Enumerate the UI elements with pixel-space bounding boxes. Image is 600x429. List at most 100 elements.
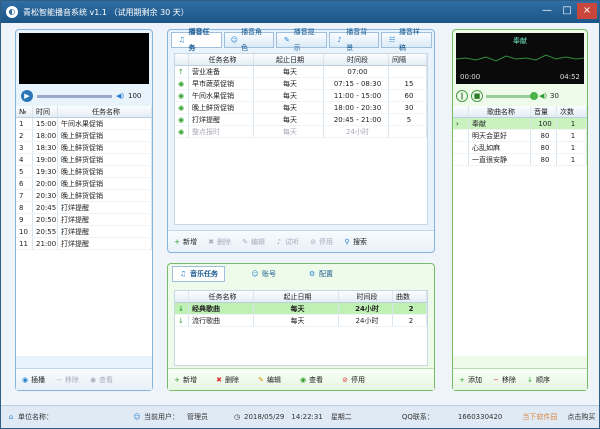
table-row[interactable]: ↓ 经典歌曲 每天 24小时 2 bbox=[175, 303, 427, 315]
del-music-button[interactable]: ✖ 删除 bbox=[210, 375, 244, 385]
left-volume-value: 100 bbox=[128, 92, 142, 100]
row-arrow-icon: ↓ bbox=[175, 315, 189, 326]
stop-music-button[interactable]: ⊘ 停用 bbox=[336, 375, 370, 385]
table-row[interactable]: 一直很安静 80 1 bbox=[453, 154, 587, 166]
table-row[interactable]: ↑ 营业准备 每天 07:00 bbox=[175, 66, 427, 78]
table-row[interactable]: 心乱如麻 80 1 bbox=[453, 142, 587, 154]
tab-role[interactable]: ☺ 播音角色 bbox=[223, 28, 275, 52]
user-name: 管理员 bbox=[187, 413, 208, 421]
row-status-icon: ◉ bbox=[175, 114, 189, 125]
role-icon: ☺ bbox=[230, 36, 238, 44]
row-number: 8 bbox=[16, 202, 33, 213]
edit-label: 编辑 bbox=[251, 237, 265, 246]
add-button[interactable]: + 新增 bbox=[168, 237, 202, 247]
left-schedule-table: № 时间 任务名称 1 15:00 午间水果促销 2 18:00 晚上鲜货促销 3 18:30… bbox=[16, 106, 152, 356]
tab-music[interactable]: ♫ 音乐任务 bbox=[172, 266, 225, 282]
cell-gap: 60 bbox=[389, 90, 427, 101]
table-row[interactable]: › 奉献 100 1 bbox=[453, 118, 587, 130]
search-label: 搜索 bbox=[353, 237, 367, 246]
plus-icon: + bbox=[174, 237, 180, 246]
unit-label: 单位名称： bbox=[18, 413, 53, 421]
cell-count: 1 bbox=[557, 130, 587, 141]
table-row[interactable]: ◉ 早市蔬菜促销 每天 07:15 - 08:30 15 bbox=[175, 78, 427, 90]
user-icon: ☺ bbox=[133, 413, 141, 421]
table-row[interactable]: 明天会更好 80 1 bbox=[453, 130, 587, 142]
table-row[interactable]: 6 20:00 晚上鲜货促销 bbox=[16, 178, 152, 190]
tab-music[interactable]: ♫ 播音任务 bbox=[171, 28, 222, 52]
cell-count: 2 bbox=[393, 315, 427, 326]
pause-icon[interactable]: ∥ bbox=[456, 90, 468, 102]
view-button[interactable]: ◉ 查看 bbox=[84, 375, 118, 385]
stop-icon[interactable]: ■ bbox=[471, 90, 483, 102]
row-arrow-icon: ↓ bbox=[175, 303, 189, 314]
row-status-icon: ◉ bbox=[175, 90, 189, 101]
col-no: № bbox=[16, 106, 33, 117]
edit-button[interactable]: ✎ 编辑 bbox=[236, 237, 270, 247]
table-row[interactable]: 3 18:30 晚上鲜货促销 bbox=[16, 142, 152, 154]
table-row[interactable]: 10 20:55 打烊提醒 bbox=[16, 226, 152, 238]
table-row[interactable]: 9 20:50 打烊提醒 bbox=[16, 214, 152, 226]
table-row[interactable]: ◉ 打烊提醒 每天 20:45 - 21:00 5 bbox=[175, 114, 427, 126]
cell-count: 1 bbox=[557, 142, 587, 153]
volume-icon[interactable]: ◀) bbox=[116, 92, 124, 100]
search-button[interactable]: ⚲ 搜索 bbox=[338, 237, 372, 247]
play-icon[interactable]: ▶ bbox=[21, 90, 33, 102]
table-row[interactable]: ◉ 午间水果促销 每天 11:00 - 15:00 60 bbox=[175, 90, 427, 102]
table-row[interactable]: 8 20:45 打烊提醒 bbox=[16, 202, 152, 214]
minus-icon: − bbox=[56, 375, 62, 384]
tab-hint[interactable]: ✎ 播音提示 bbox=[276, 28, 327, 52]
add-song-button[interactable]: + 添加 bbox=[453, 375, 487, 385]
tab-account[interactable]: ☺ 账号 bbox=[245, 266, 282, 282]
volume-icon[interactable]: ◀) bbox=[539, 92, 547, 100]
music-progress[interactable] bbox=[486, 91, 538, 100]
row-number: 1 bbox=[16, 118, 33, 129]
music-visual-area: 奉献 00:00 04:52 bbox=[456, 33, 584, 84]
table-row[interactable]: 7 20:30 晚上鲜货促销 bbox=[16, 190, 152, 202]
buy-link[interactable]: 点击购买 bbox=[567, 412, 595, 422]
insert-label: 插播 bbox=[31, 375, 45, 384]
tab-label: 播音任务 bbox=[188, 28, 210, 52]
row-number: 3 bbox=[16, 142, 33, 153]
tab-sample[interactable]: ☷ 播音样稿 bbox=[381, 28, 432, 52]
insert-button[interactable]: ◉ 插播 bbox=[16, 375, 50, 385]
remove-song-button[interactable]: − 移除 bbox=[487, 375, 521, 385]
background-icon: ♪ bbox=[337, 36, 342, 44]
table-row[interactable]: 4 19:00 晚上鲜货促销 bbox=[16, 154, 152, 166]
left-player-panel: ▶ ◀) 100 № 时间 任务名称 1 15:00 午间水果促销 2 18:00 晚上鲜… bbox=[15, 29, 153, 391]
table-row[interactable]: 1 15:00 午间水果促销 bbox=[16, 118, 152, 130]
row-time: 20:50 bbox=[33, 214, 58, 225]
table-row[interactable]: ↓ 流行歌曲 每天 24小时 2 bbox=[175, 315, 427, 327]
minimize-button[interactable]: — bbox=[537, 3, 557, 19]
col-count: 曲数 bbox=[393, 291, 427, 302]
row-time: 19:00 bbox=[33, 154, 58, 165]
table-row[interactable]: ◉ 整点报时 每天 24小时 bbox=[175, 126, 427, 138]
date-value: 2018/05/29 bbox=[244, 413, 285, 421]
remove-button[interactable]: − 移除 bbox=[50, 375, 84, 385]
table-row[interactable]: 2 18:00 晚上鲜货促销 bbox=[16, 130, 152, 142]
maximize-button[interactable]: □ bbox=[557, 3, 577, 19]
stop-button[interactable]: ⊘ 停用 bbox=[304, 237, 338, 247]
right-volume-value: 30 bbox=[550, 92, 559, 100]
table-row[interactable]: 5 19:30 晚上鲜货促销 bbox=[16, 166, 152, 178]
table-row[interactable]: ◉ 晚上鲜货促销 每天 18:00 - 20:30 30 bbox=[175, 102, 427, 114]
row-status-icon: ◉ bbox=[175, 102, 189, 113]
table-row[interactable]: 11 21:00 打烊提醒 bbox=[16, 238, 152, 250]
edit-music-button[interactable]: ✎ 编辑 bbox=[252, 375, 286, 385]
del-button[interactable]: ✖ 删除 bbox=[202, 237, 236, 247]
tab-label: 播音提示 bbox=[293, 28, 315, 52]
tab-config[interactable]: ⚙ 配置 bbox=[302, 266, 339, 282]
progress-track[interactable] bbox=[37, 94, 112, 98]
order-button[interactable]: ↓ 顺序 bbox=[521, 375, 555, 385]
tab-label: 音乐任务 bbox=[190, 270, 218, 278]
app-logo-icon: ◐ bbox=[6, 6, 18, 18]
add-music-button[interactable]: + 新增 bbox=[168, 375, 202, 385]
sample-icon: ☷ bbox=[388, 36, 396, 44]
row-task: 晚上鲜货促销 bbox=[58, 142, 152, 153]
tab-background[interactable]: ♪ 播音背景 bbox=[328, 28, 380, 52]
view-music-button[interactable]: ◉ 查看 bbox=[294, 375, 328, 385]
listen-button[interactable]: ♪ 试听 bbox=[270, 237, 304, 247]
row-time: 19:30 bbox=[33, 166, 58, 177]
right-player-panel: 奉献 00:00 04:52 ∥ ■ ◀) 30 歌曲名称 音量 次数 › 奉献 1… bbox=[452, 29, 588, 391]
chat-icon: ◉ bbox=[21, 375, 29, 384]
close-button[interactable]: × bbox=[577, 3, 597, 19]
